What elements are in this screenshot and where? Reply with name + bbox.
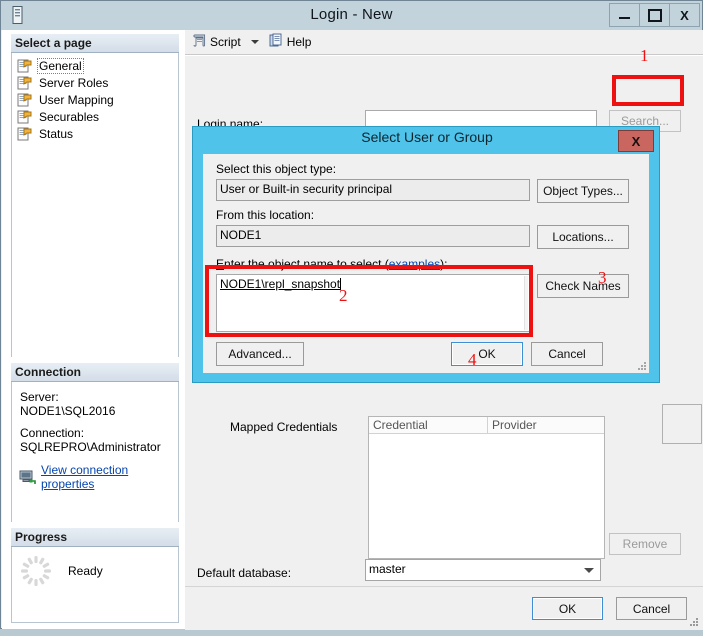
default-database-value: master: [369, 562, 406, 576]
annotation-number-4: 4: [468, 350, 477, 369]
mapped-credentials-label: Mapped Credentials: [230, 420, 338, 434]
textarea-scroll-hint: [524, 276, 528, 330]
mapped-credentials-grid[interactable]: Credential Provider: [368, 416, 605, 559]
progress-row: Ready: [12, 547, 178, 588]
chevron-down-icon: [584, 568, 594, 573]
page-icon: [17, 127, 33, 141]
default-database-select[interactable]: master: [365, 559, 601, 581]
page-icon: [17, 110, 33, 124]
maximize-icon: [647, 8, 662, 22]
page-icon: [17, 76, 33, 90]
page-icon: [17, 59, 33, 73]
progress-spinner-icon: [19, 554, 53, 588]
default-database-label: Default database:: [197, 566, 292, 580]
modal-title: Select User or Group: [361, 129, 493, 145]
sidebar-item-label: Status: [39, 126, 74, 141]
progress-panel: Ready: [11, 547, 179, 623]
close-button[interactable]: X: [669, 3, 700, 27]
modal-close-button[interactable]: X: [618, 130, 654, 152]
page-icon: [17, 93, 33, 107]
screen-root: Login - New X Select a page General Serv…: [0, 0, 703, 636]
connection-value: SQLREPRO\Administrator: [20, 440, 161, 454]
locations-button[interactable]: Locations...: [537, 225, 629, 249]
progress-status-label: Ready: [68, 564, 103, 578]
sidebar-item-label: Server Roles: [39, 75, 109, 90]
chevron-down-icon[interactable]: [250, 40, 259, 44]
modal-cancel-button[interactable]: Cancel: [531, 342, 603, 366]
object-types-button[interactable]: Object Types...: [537, 179, 629, 203]
sidebar-item-securables[interactable]: Securables: [15, 108, 178, 125]
object-name-value: NODE1\repl_snapshot: [220, 277, 341, 291]
object-name-label: Enter the object name to select (example…: [216, 257, 447, 271]
location-value[interactable]: NODE1: [216, 225, 530, 247]
object-type-label: Select this object type:: [216, 162, 337, 176]
modal-resize-grip[interactable]: [636, 360, 648, 372]
object-name-accesskey: E: [216, 257, 225, 271]
window-titlebar: Login - New X: [1, 1, 702, 30]
connection-header: Connection: [11, 363, 179, 382]
object-name-label-post: ):: [440, 257, 448, 271]
modal-body: Select this object type: User or Built-i…: [203, 154, 649, 373]
view-connection-properties-row[interactable]: View connection properties: [12, 463, 178, 491]
left-pane: Select a page General Server Roles User …: [2, 30, 185, 629]
select-user-or-group-dialog: Select User or Group X Select this objec…: [192, 126, 660, 383]
ok-button[interactable]: OK: [532, 597, 603, 620]
occluded-panel: [662, 404, 702, 444]
script-icon: [192, 33, 207, 51]
window-controls: X: [609, 3, 700, 27]
sidebar-item-user-mapping[interactable]: User Mapping: [15, 91, 178, 108]
page-toolbar: Script Help: [185, 30, 703, 55]
annotation-number-3: 3: [598, 268, 607, 287]
object-name-label-mid: nter the object name to select (: [224, 257, 389, 271]
minimize-icon: [619, 16, 630, 19]
grid-header-row: Credential Provider: [369, 417, 604, 434]
connection-panel: Server: NODE1\SQL2016 Connection: SQLREP…: [11, 382, 179, 522]
progress-header: Progress: [11, 528, 179, 547]
cancel-button[interactable]: Cancel: [616, 597, 687, 620]
annotation-number-2: 2: [339, 286, 348, 305]
sidebar-item-general[interactable]: General: [15, 57, 178, 74]
script-label: Script: [210, 35, 241, 49]
page-list: General Server Roles User Mapping Secura…: [12, 53, 178, 142]
window-resize-grip[interactable]: [688, 616, 700, 628]
location-label: From this location:: [216, 208, 315, 222]
sidebar-item-label: General: [37, 57, 84, 74]
connection-label: Connection:: [20, 426, 85, 440]
modal-ok-button[interactable]: OK: [451, 342, 523, 366]
help-icon: [269, 33, 284, 51]
advanced-button[interactable]: Advanced...: [216, 342, 304, 366]
object-type-value[interactable]: User or Built-in security principal: [216, 179, 530, 201]
sidebar-item-label: User Mapping: [39, 92, 114, 107]
select-page-header: Select a page: [11, 34, 179, 53]
check-names-button[interactable]: Check Names: [537, 274, 629, 298]
sidebar-item-label: Securables: [39, 109, 100, 124]
object-name-input[interactable]: NODE1\repl_snapshot: [216, 274, 530, 332]
annotation-number-1: 1: [640, 46, 649, 65]
maximize-button[interactable]: [639, 3, 670, 27]
sidebar-item-status[interactable]: Status: [15, 125, 178, 142]
server-label: Server:: [20, 390, 59, 404]
remove-credential-button[interactable]: Remove: [609, 533, 681, 555]
server-connection-icon: [19, 470, 37, 485]
close-icon: X: [680, 7, 689, 23]
page-list-panel: General Server Roles User Mapping Secura…: [11, 53, 179, 357]
server-value: NODE1\SQL2016: [20, 404, 116, 418]
script-button[interactable]: Script: [189, 32, 244, 52]
sidebar-item-server-roles[interactable]: Server Roles: [15, 74, 178, 91]
help-label: Help: [286, 35, 312, 49]
minimize-button[interactable]: [609, 3, 640, 27]
grid-column-credential[interactable]: Credential: [369, 417, 488, 434]
examples-link[interactable]: examples: [389, 257, 440, 271]
help-button[interactable]: Help: [266, 32, 315, 52]
dialog-footer: OK Cancel: [185, 586, 703, 630]
view-connection-properties-link[interactable]: View connection properties: [41, 463, 178, 491]
window-title: Login - New: [310, 6, 393, 23]
grid-column-provider[interactable]: Provider: [487, 417, 604, 434]
